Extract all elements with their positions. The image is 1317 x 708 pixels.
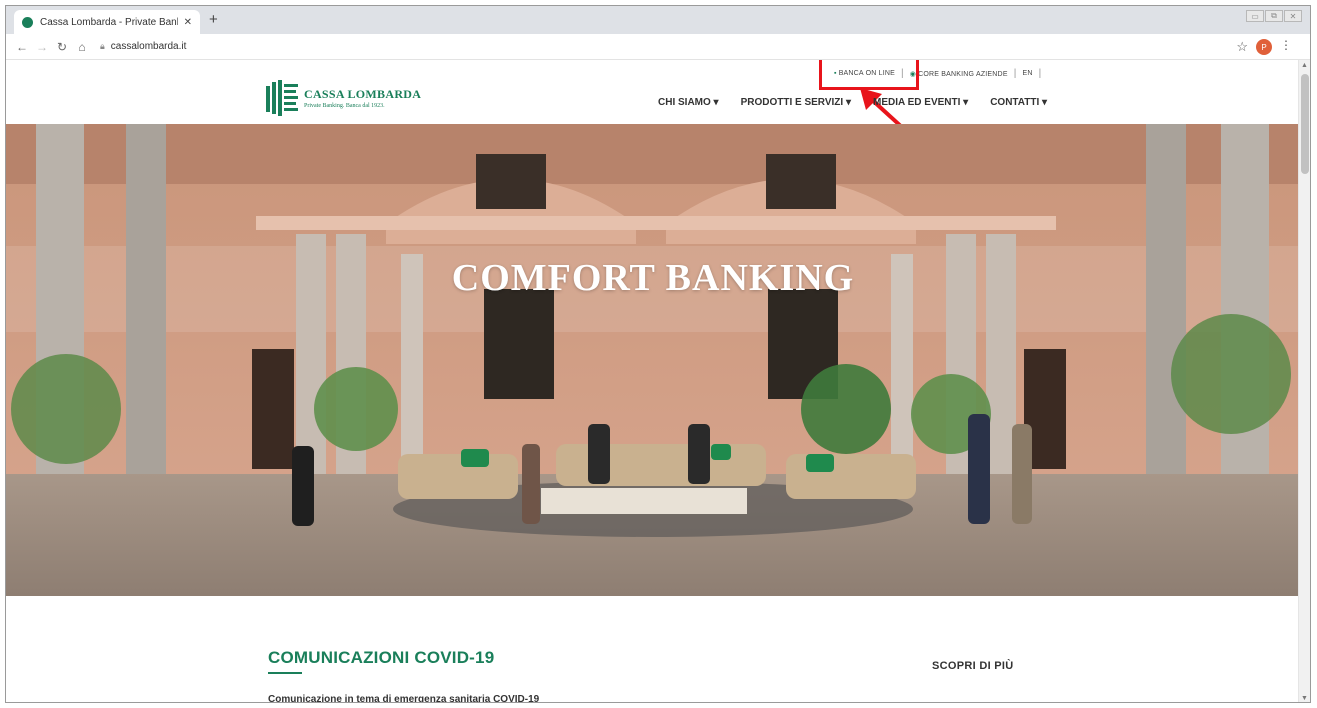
- hero-title: COMFORT BANKING: [451, 257, 855, 299]
- hero-image: [6, 124, 1300, 596]
- nav-chi-siamo[interactable]: CHI SIAMO ▾: [658, 97, 719, 108]
- web-page: ▪ BANCA ON LINE | ◉ CORE BANKING AZIENDE |…: [6, 60, 1300, 702]
- url-text: cassalombarda.it: [110, 41, 187, 52]
- logo-name: CASSA LOMBARDA: [304, 87, 422, 101]
- lock-icon: 🔒︎: [100, 41, 105, 51]
- scroll-down-icon[interactable]: ▼: [1301, 695, 1308, 702]
- covid-heading: COMUNICAZIONI COVID-19: [268, 648, 495, 667]
- page-scrollbar[interactable]: ▲ ▼: [1298, 60, 1310, 702]
- forward-arrow-icon[interactable]: →: [32, 40, 52, 54]
- restore-button[interactable]: ⧉: [1265, 10, 1283, 22]
- url-field[interactable]: 🔒︎ cassalombarda.it: [100, 41, 186, 52]
- bookmark-star-icon[interactable]: ☆: [1236, 39, 1248, 55]
- logo-tagline: Private Banking. Banca dal 1923.: [304, 103, 385, 109]
- highlight-box: [819, 60, 919, 90]
- logo[interactable]: CASSA LOMBARDA Private Banking. Banca da…: [266, 80, 421, 116]
- address-bar: ← → ↻ ⌂ 🔒︎ cassalombarda.it ☆ P ⋮: [6, 34, 1310, 60]
- browser-window: Cassa Lombarda - Private Bankin ✕ + ▭ ⧉ …: [5, 5, 1311, 703]
- back-arrow-icon[interactable]: ←: [12, 40, 32, 54]
- language-link[interactable]: EN: [1023, 70, 1033, 77]
- close-tab-icon[interactable]: ✕: [184, 17, 192, 28]
- tab-title: Cassa Lombarda - Private Bankin: [40, 16, 178, 28]
- scrollbar-thumb[interactable]: [1301, 74, 1309, 174]
- home-icon[interactable]: ⌂: [72, 40, 92, 54]
- divider: |: [1038, 68, 1042, 79]
- favicon-icon: [22, 16, 33, 28]
- covid-link[interactable]: Comunicazione in tema di emergenza sanit…: [268, 694, 539, 702]
- nav-prodotti-servizi[interactable]: PRODOTTI E SERVIZI ▾: [741, 97, 851, 108]
- heading-underline: [268, 672, 302, 674]
- hero-banner: COMFORT BANKING: [6, 124, 1300, 596]
- core-banking-label: CORE BANKING AZIENDE: [918, 70, 1008, 78]
- nav-contatti[interactable]: CONTATTI ▾: [990, 97, 1047, 108]
- browser-tab[interactable]: Cassa Lombarda - Private Bankin ✕: [14, 10, 200, 34]
- divider: |: [1013, 68, 1017, 79]
- new-tab-button[interactable]: +: [209, 11, 218, 28]
- close-window-button[interactable]: ✕: [1284, 10, 1302, 22]
- reload-icon[interactable]: ↻: [52, 40, 72, 54]
- tab-bar: Cassa Lombarda - Private Bankin ✕ + ▭ ⧉ …: [6, 6, 1310, 34]
- core-banking-link[interactable]: ◉ CORE BANKING AZIENDE: [910, 70, 1008, 78]
- scroll-up-icon[interactable]: ▲: [1301, 62, 1308, 69]
- minimize-button[interactable]: ▭: [1246, 10, 1264, 22]
- nav-media-eventi[interactable]: MEDIA ED EVENTI ▾: [873, 97, 968, 108]
- window-controls: ▭ ⧉ ✕: [1246, 10, 1302, 22]
- profile-avatar[interactable]: P: [1256, 39, 1272, 55]
- scopri-di-piu-heading: SCOPRI DI PIÙ: [932, 660, 1014, 672]
- main-nav: CHI SIAMO ▾ PRODOTTI E SERVIZI ▾ MEDIA E…: [658, 97, 1047, 108]
- menu-kebab-icon[interactable]: ⋮: [1280, 38, 1292, 52]
- cassa-lombarda-logo-icon: [266, 80, 298, 116]
